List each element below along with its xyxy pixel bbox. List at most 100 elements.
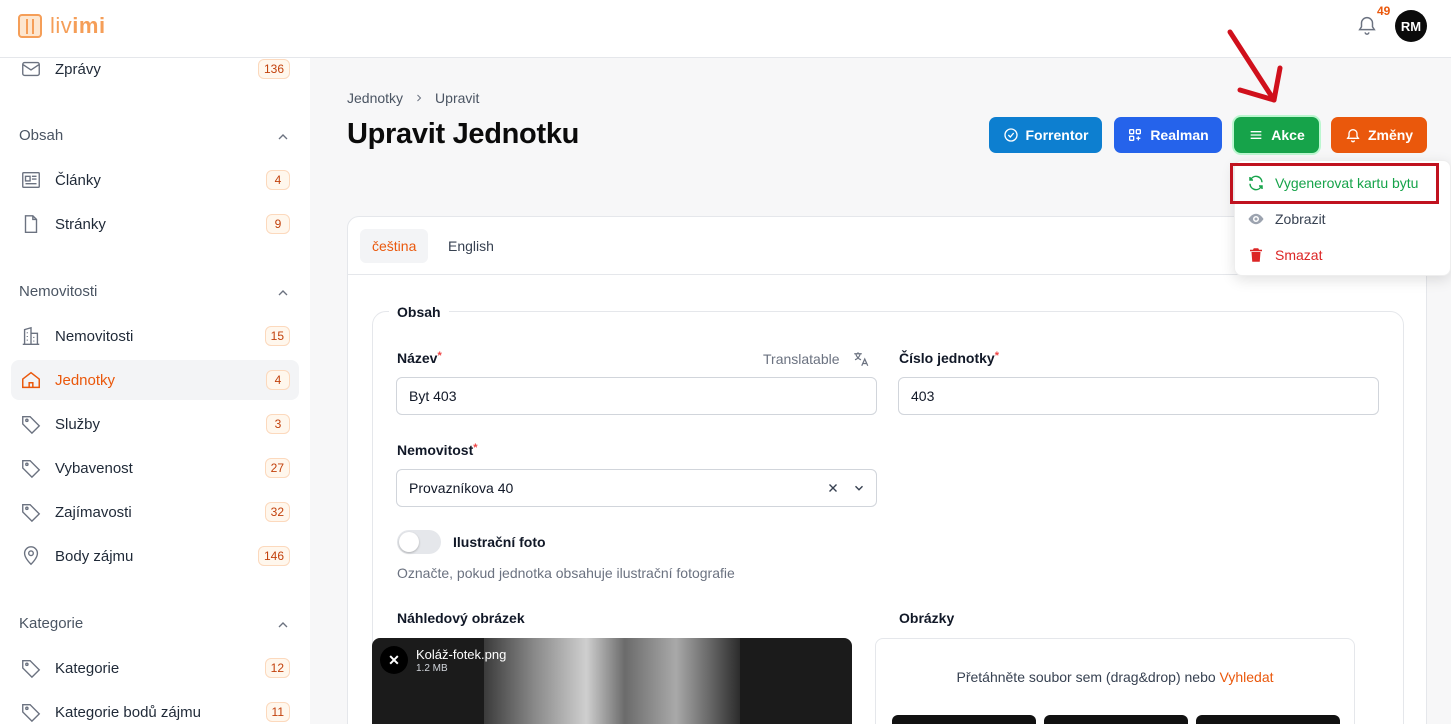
sidebar-item-clanky[interactable]: Články 4 — [11, 160, 299, 200]
eye-icon — [1248, 213, 1264, 225]
sidebar-item-vybavenost[interactable]: Vybavenost 27 — [11, 448, 299, 488]
count-badge: 11 — [265, 702, 290, 722]
forrentor-button[interactable]: Forrentor — [989, 117, 1102, 153]
sidebar-group-title: Obsah — [19, 127, 64, 144]
bell-icon[interactable] — [1356, 14, 1378, 36]
preview-image-label: Náhledový obrázek — [397, 610, 525, 626]
logo[interactable]: livimi — [18, 13, 106, 39]
mail-icon — [22, 61, 40, 77]
highlight-annotation — [1230, 163, 1439, 204]
zmeny-button-label: Změny — [1367, 127, 1414, 143]
breadcrumb: Jednotky Upravit — [347, 90, 479, 106]
sidebar-item-label: Články — [55, 171, 101, 189]
menu-item-label: Smazat — [1275, 247, 1323, 263]
sidebar-group-obsah[interactable]: Obsah — [19, 127, 291, 147]
sidebar-item-label: Kategorie — [55, 659, 120, 677]
tag-icon — [22, 503, 41, 523]
sidebar-group-title: Kategorie — [19, 615, 84, 632]
article-icon — [22, 171, 40, 189]
sidebar-item-kategorie[interactable]: Kategorie 12 — [11, 648, 299, 688]
tab-cestina[interactable]: čeština — [360, 229, 429, 263]
tag-icon — [22, 703, 41, 723]
image-thumbnail[interactable] — [892, 715, 1036, 724]
name-label: Název* — [397, 350, 442, 366]
realman-button[interactable]: Realman — [1114, 117, 1222, 153]
menu-item-show[interactable]: Zobrazit — [1247, 207, 1326, 231]
count-badge: 27 — [264, 458, 290, 478]
chevron-right-icon — [417, 94, 422, 102]
sidebar-item-sluzby[interactable]: Služby 3 — [11, 404, 299, 444]
chevron-down-icon[interactable] — [852, 481, 866, 495]
sidebar-item-stranky[interactable]: Stránky 9 — [11, 204, 299, 244]
images-dropzone[interactable]: Přetáhněte soubor sem (drag&drop) nebo V… — [875, 638, 1355, 724]
remove-file-button[interactable]: ✕ — [380, 646, 408, 674]
images-label: Obrázky — [899, 610, 955, 626]
sidebar-item-label: Body zájmu — [55, 547, 134, 565]
menu-item-delete[interactable]: Smazat — [1247, 243, 1322, 267]
tag-icon — [22, 415, 41, 435]
edit-form-card: čeština English Obsah Název* Translatabl… — [347, 216, 1427, 724]
user-avatar[interactable]: RM — [1395, 10, 1427, 42]
sidebar-item-label: Kategorie bodů zájmu — [55, 703, 201, 721]
trash-icon — [1250, 248, 1262, 262]
akce-button-label: Akce — [1271, 127, 1305, 143]
count-badge: 4 — [266, 170, 290, 190]
menu-icon — [1250, 131, 1262, 139]
property-label: Nemovitost* — [397, 442, 478, 458]
image-thumbnail[interactable] — [1196, 715, 1340, 724]
arrow-annotation-icon — [1227, 29, 1283, 103]
preview-photo — [484, 638, 740, 724]
sidebar-group-nemovitosti[interactable]: Nemovitosti — [19, 283, 291, 303]
illustration-helper: Označte, pokud jednotka obsahuje ilustra… — [397, 565, 735, 581]
count-badge: 146 — [257, 546, 290, 566]
property-select-value: Provazníkova 40 — [409, 480, 514, 496]
clear-icon[interactable] — [826, 481, 840, 495]
sidebar-group-kategorie[interactable]: Kategorie — [19, 615, 291, 635]
breadcrumb-link-jednotky[interactable]: Jednotky — [347, 90, 403, 106]
zmeny-button[interactable]: Změny — [1331, 117, 1427, 153]
sidebar-item-zajimavosti[interactable]: Zajímavosti 32 — [11, 492, 299, 532]
home-icon — [22, 371, 40, 389]
count-badge: 136 — [257, 59, 290, 79]
sidebar-item-jednotky[interactable]: Jednotky 4 — [11, 360, 299, 400]
sidebar-group-title: Nemovitosti — [19, 283, 98, 300]
count-badge: 15 — [264, 326, 290, 346]
sidebar-item-kategorie-bodu-zajmu[interactable]: Kategorie bodů zájmu 11 — [11, 692, 299, 724]
count-badge: 12 — [264, 658, 290, 678]
bell-alert-icon — [1346, 129, 1360, 143]
sidebar-item-label: Stránky — [55, 215, 106, 233]
sidebar-item-label: Jednotky — [55, 371, 116, 389]
grid-plus-icon — [1129, 129, 1142, 141]
illustration-toggle[interactable] — [397, 530, 441, 554]
image-thumbnail[interactable] — [1044, 715, 1188, 724]
file-name: Koláž-fotek.png — [416, 647, 507, 662]
forrentor-button-label: Forrentor — [1025, 127, 1089, 143]
akce-button[interactable]: Akce — [1234, 117, 1319, 153]
unit-number-label: Číslo jednotky* — [899, 350, 999, 366]
building-icon — [22, 326, 40, 345]
sidebar-item-label: Vybavenost — [55, 459, 133, 477]
sidebar-item-zpravy[interactable]: Zprávy 136 — [11, 49, 299, 89]
logo-text: livimi — [50, 13, 106, 38]
chevron-up-icon — [278, 290, 288, 296]
sidebar-item-nemovitosti[interactable]: Nemovitosti 15 — [11, 316, 299, 356]
sidebar-item-body-zajmu[interactable]: Body zájmu 146 — [11, 536, 299, 576]
preview-image-upload[interactable]: ✕ Koláž-fotek.png 1.2 MB — [372, 638, 852, 724]
sidebar-item-label: Zprávy — [55, 60, 101, 78]
check-circle-icon — [1003, 128, 1018, 142]
tab-english[interactable]: English — [436, 229, 506, 263]
property-select[interactable]: Provazníkova 40 — [396, 469, 877, 507]
count-badge: 3 — [266, 414, 290, 434]
map-pin-icon — [23, 546, 39, 566]
unit-number-input[interactable]: 403 — [898, 377, 1379, 415]
sidebar-item-label: Nemovitosti — [55, 327, 134, 345]
chevron-up-icon — [278, 622, 288, 628]
count-badge: 32 — [264, 502, 290, 522]
page-title: Upravit Jednotku — [347, 118, 580, 150]
translate-icon[interactable] — [852, 350, 870, 368]
count-badge: 4 — [266, 370, 290, 390]
browse-link[interactable]: Vyhledat — [1220, 669, 1274, 685]
tag-icon — [22, 459, 41, 479]
name-input[interactable]: Byt 403 — [396, 377, 877, 415]
sidebar-item-label: Zajímavosti — [55, 503, 132, 521]
